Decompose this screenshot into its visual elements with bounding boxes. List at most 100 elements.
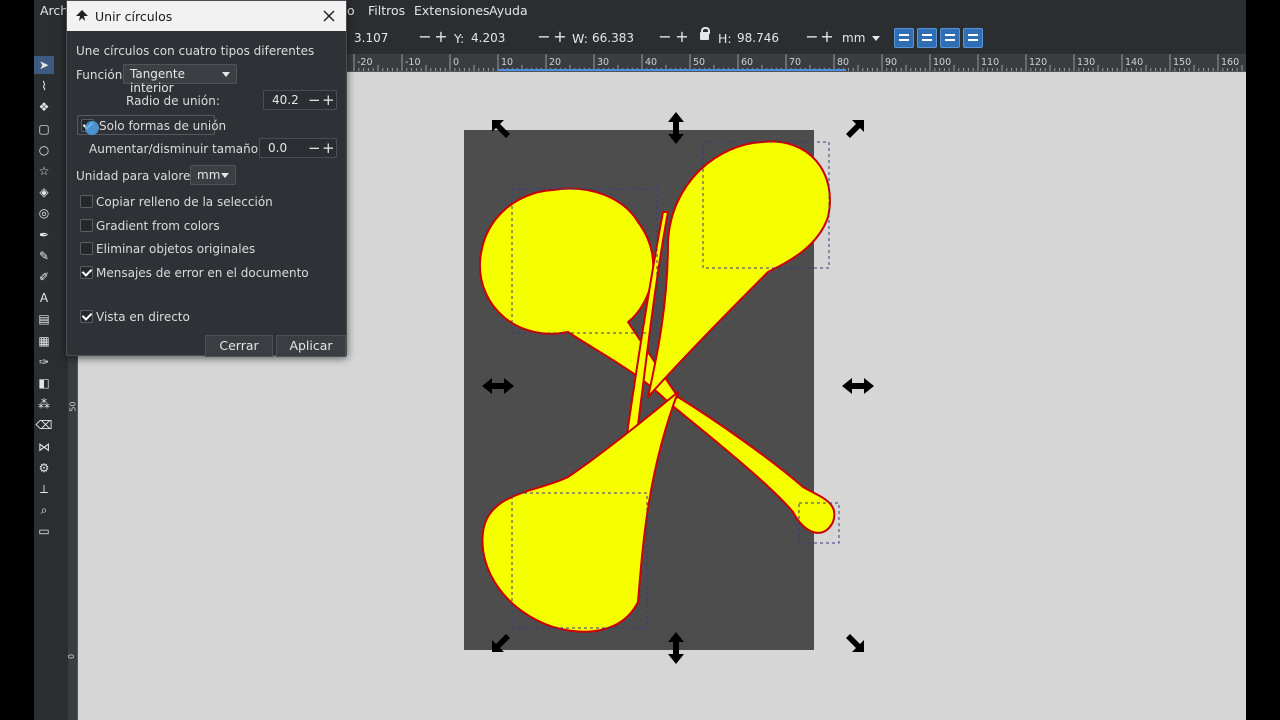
handle-bottom-right-icon [846,634,864,652]
radio-spinbutton[interactable]: 40.2 − + [263,90,337,110]
connector-icon[interactable]: ⋈ [34,438,54,456]
lpe-icon[interactable]: ⚙ [34,459,54,477]
pen-icon[interactable]: ✒ [34,226,54,244]
copiar-relleno-label: Copiar relleno de la selección [96,195,273,209]
ruler-label: -10 [405,57,421,68]
eliminar-checkbox[interactable] [80,242,93,255]
x-plus-button[interactable]: + [434,28,448,46]
ruler-label: -20 [357,57,373,68]
mesh-icon[interactable]: ▦ [34,332,54,350]
h-plus-button[interactable]: + [820,28,834,46]
w-plus-button[interactable]: + [675,28,689,46]
move-gradients-button[interactable] [940,28,960,48]
scale-corners-button[interactable] [917,28,937,48]
ruler-label: 100 [933,57,951,68]
ruler-label: 50 [693,57,705,68]
radio-minus-button[interactable]: − [308,91,321,109]
horizontal-ruler: -20 -10 0 10 20 30 40 50 60 70 80 90 100 110 120 130 140… [346,54,1246,72]
y-field[interactable]: 4.203 [471,31,505,45]
mensajes-label: Mensajes de error en el documento [96,266,309,280]
inkscape-window: Archi o Filtros Extensiones Ayuda 3.107 … [34,0,1246,720]
funcion-value: Tangente interior [130,67,185,95]
h-field[interactable]: 98.746 [737,31,779,45]
y-minus-button[interactable]: − [537,28,551,46]
funcion-select[interactable]: Tangente interior [123,64,237,95]
inkscape-logo-icon [76,10,88,21]
w-label: W: [572,31,588,46]
toolbox: ➤ ⌇ ❖ ▢ ○ ☆ ◈ ◎ ✒ ✎ ✐ A ▤ ▦ ✑ ◧ ⁂ ⌫ ⋈ ⚙ ⟂ ⌕ ▭ [34,54,54,720]
solo-formas-label: Solo formas de unión [99,119,227,133]
ruler-label: 70 [789,57,801,68]
aplicar-button[interactable]: Aplicar [276,335,346,357]
eraser-icon[interactable]: ⌫ [34,416,54,434]
ruler-label: 10 [501,57,513,68]
ruler-label: 20 [549,57,561,68]
vista-directo-checkbox[interactable] [80,310,93,323]
menu-partial[interactable]: o [347,3,355,18]
unidad-value: mm [197,168,221,182]
node-icon[interactable]: ⌇ [34,77,54,95]
pages-icon[interactable]: ▭ [34,522,54,540]
move-patterns-button[interactable] [963,28,983,48]
ruler-left-label-0: 0 [67,653,77,660]
y-plus-button[interactable]: + [553,28,567,46]
gradient-label: Gradient from colors [96,219,220,233]
dialog-titlebar[interactable]: Unir círculos [67,1,346,31]
w-field[interactable]: 66.383 [592,31,634,45]
aumentar-spinbutton[interactable]: 0.0 − + [259,138,337,158]
radio-plus-button[interactable]: + [322,91,335,109]
cerrar-button[interactable]: Cerrar [205,335,273,357]
mensajes-checkbox[interactable] [80,266,93,279]
copiar-relleno-checkbox[interactable] [80,195,93,208]
ruler-label: 0 [453,57,459,68]
ruler-label: 30 [597,57,609,68]
paint-bucket-icon[interactable]: ◧ [34,374,54,392]
left-letterbox [0,0,34,720]
x-minus-button[interactable]: − [418,28,432,46]
h-minus-button[interactable]: − [805,28,819,46]
unir-circulos-dialog: Unir círculos Une círculos con cuatro ti… [66,0,347,357]
mouse-cursor-icon [85,121,99,135]
handle-top-right-icon [846,120,864,138]
menu-ayuda[interactable]: Ayuda [489,3,528,18]
tweak-icon[interactable]: ❖ [34,98,54,116]
chevron-down-icon [222,72,230,77]
radio-label: Radio de unión: [126,94,220,108]
menu-extensiones[interactable]: Extensiones [414,3,490,18]
zoom-icon[interactable]: ⌕ [34,501,54,519]
ellipse-icon[interactable]: ○ [34,141,54,159]
text-icon[interactable]: A [34,289,54,307]
ruler-left-label-50: 50 [68,401,78,412]
box3d-icon[interactable]: ◈ [34,183,54,201]
unit-select[interactable]: mm [838,29,884,49]
menu-filtros[interactable]: Filtros [368,3,405,18]
spiral-icon[interactable]: ◎ [34,204,54,222]
spray-icon[interactable]: ⁂ [34,395,54,413]
unidad-select[interactable]: mm [190,165,236,185]
aumentar-plus-button[interactable]: + [322,139,335,157]
calligraphy-icon[interactable]: ✐ [34,268,54,286]
close-icon[interactable] [321,8,337,24]
scale-stroke-button[interactable] [894,28,914,48]
selector-icon[interactable]: ➤ [34,56,54,74]
measure-icon[interactable]: ⟂ [34,480,54,498]
star-icon[interactable]: ☆ [34,162,54,180]
gradient-checkbox[interactable] [80,219,93,232]
chevron-down-icon [221,173,229,178]
lock-icon[interactable] [700,27,710,40]
x-field[interactable]: 3.107 [354,31,388,45]
unit-value: mm [842,31,866,45]
aumentar-minus-button[interactable]: − [308,139,321,157]
ruler-label: 40 [645,57,657,68]
dropper-icon[interactable]: ✑ [34,353,54,371]
pencil-icon[interactable]: ✎ [34,247,54,265]
rect-icon[interactable]: ▢ [34,120,54,138]
ruler-label: 140 [1125,57,1143,68]
aumentar-value: 0.0 [268,141,288,155]
gradient-icon[interactable]: ▤ [34,310,54,328]
vista-directo-label: Vista en directo [96,310,190,324]
w-minus-button[interactable]: − [658,28,672,46]
right-letterbox [1246,0,1280,720]
funcion-label: Función: [76,68,127,82]
ruler-label: 120 [1029,57,1047,68]
